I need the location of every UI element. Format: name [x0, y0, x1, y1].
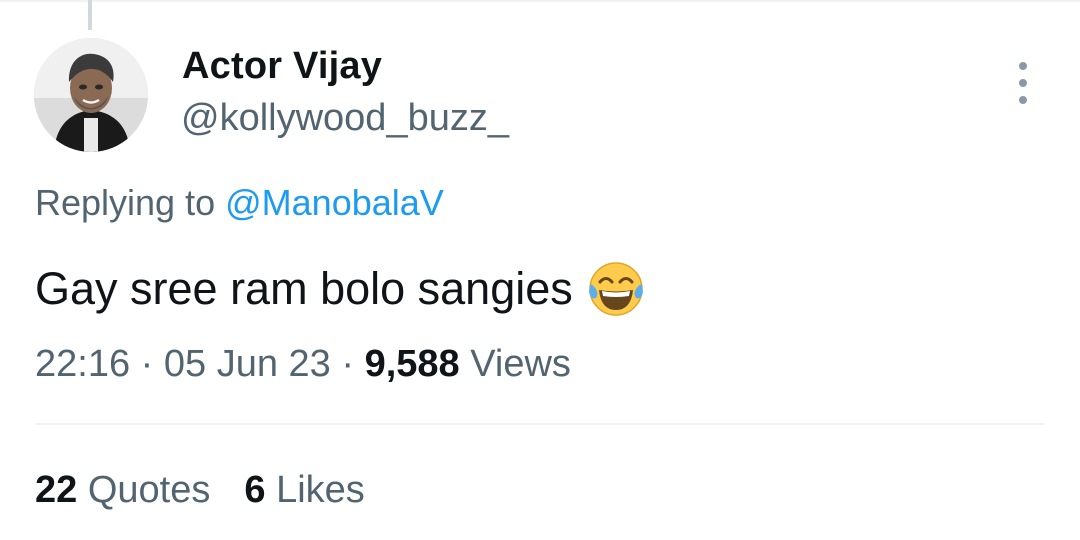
- face-with-tears-of-joy-icon: [587, 260, 645, 318]
- views-label: Views: [470, 343, 571, 385]
- avatar-photo: [34, 38, 148, 152]
- likes-count: 6: [244, 469, 266, 511]
- tweet-date[interactable]: 05 Jun 23: [164, 343, 331, 385]
- replying-to-label: Replying to: [35, 182, 216, 223]
- author-handle[interactable]: @kollywood_buzz_: [181, 96, 509, 140]
- top-border: [0, 0, 1080, 2]
- quotes-count: 22: [35, 469, 78, 511]
- more-options-dot: [1019, 96, 1027, 104]
- engagement-stats: 22 Quotes 6 Likes: [35, 466, 365, 514]
- tweet-metadata: 22:16 · 05 Jun 23 · 9,588 Views: [35, 340, 571, 388]
- quotes-label: Quotes: [87, 469, 211, 511]
- tweet-body: Gay sree ram bolo sangies: [35, 263, 573, 314]
- tweet-time[interactable]: 22:16: [35, 343, 130, 385]
- replying-to-line: Replying to @ManobalaV: [35, 181, 444, 225]
- likes-stat-link[interactable]: 6 Likes: [244, 466, 364, 514]
- meta-separator: ·: [140, 343, 154, 385]
- replying-to-mention-link[interactable]: @ManobalaV: [225, 182, 444, 223]
- thread-connector-line: [88, 0, 92, 30]
- likes-label: Likes: [276, 469, 365, 511]
- stats-divider: [35, 423, 1045, 425]
- more-options-dot: [1019, 62, 1027, 70]
- tweet-text: Gay sree ram bolo sangies: [35, 260, 645, 318]
- quotes-stat-link[interactable]: 22 Quotes: [35, 466, 210, 514]
- avatar[interactable]: [34, 38, 148, 152]
- more-options-dot: [1019, 79, 1027, 87]
- meta-separator: ·: [341, 343, 355, 385]
- author-display-name[interactable]: Actor Vijay: [182, 44, 382, 88]
- more-options-button[interactable]: [1008, 62, 1038, 104]
- views-count: 9,588: [364, 343, 460, 385]
